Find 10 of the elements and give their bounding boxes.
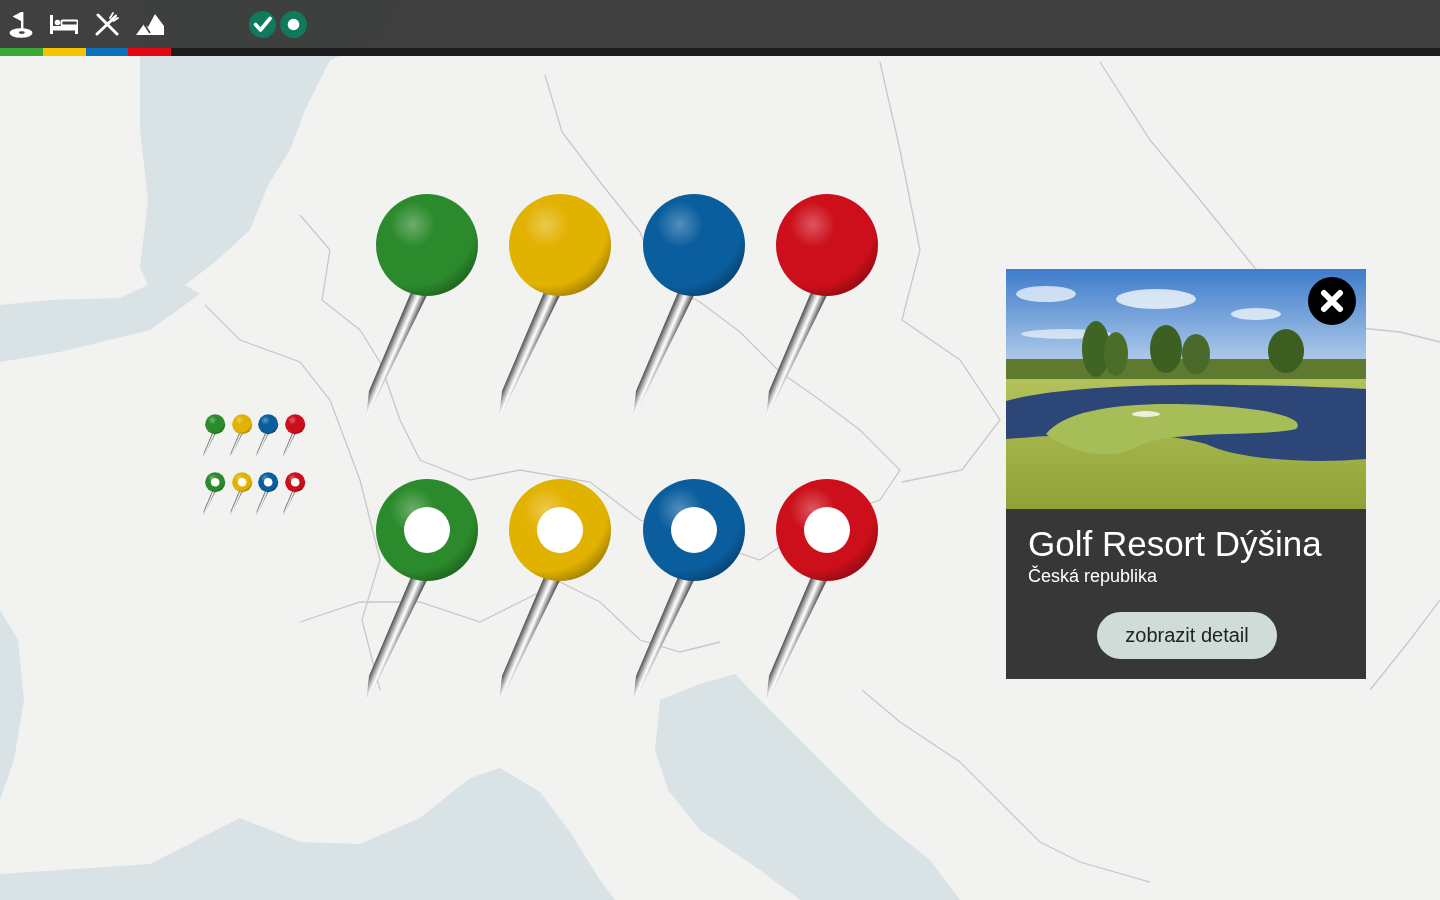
dot-circle-icon[interactable] [280, 10, 307, 38]
popup-title: Golf Resort Dýšina [1028, 523, 1322, 565]
fork-knife-icon[interactable] [94, 12, 119, 36]
close-icon [1320, 289, 1344, 313]
detail-button[interactable]: zobrazit detail [1097, 612, 1277, 659]
golf-flag-icon[interactable] [9, 10, 34, 38]
mountain-icon[interactable] [135, 13, 164, 35]
bed-icon[interactable] [50, 14, 79, 34]
popup-subtitle: Česká republika [1028, 565, 1158, 587]
checkmark-circle-icon[interactable] [249, 10, 276, 38]
